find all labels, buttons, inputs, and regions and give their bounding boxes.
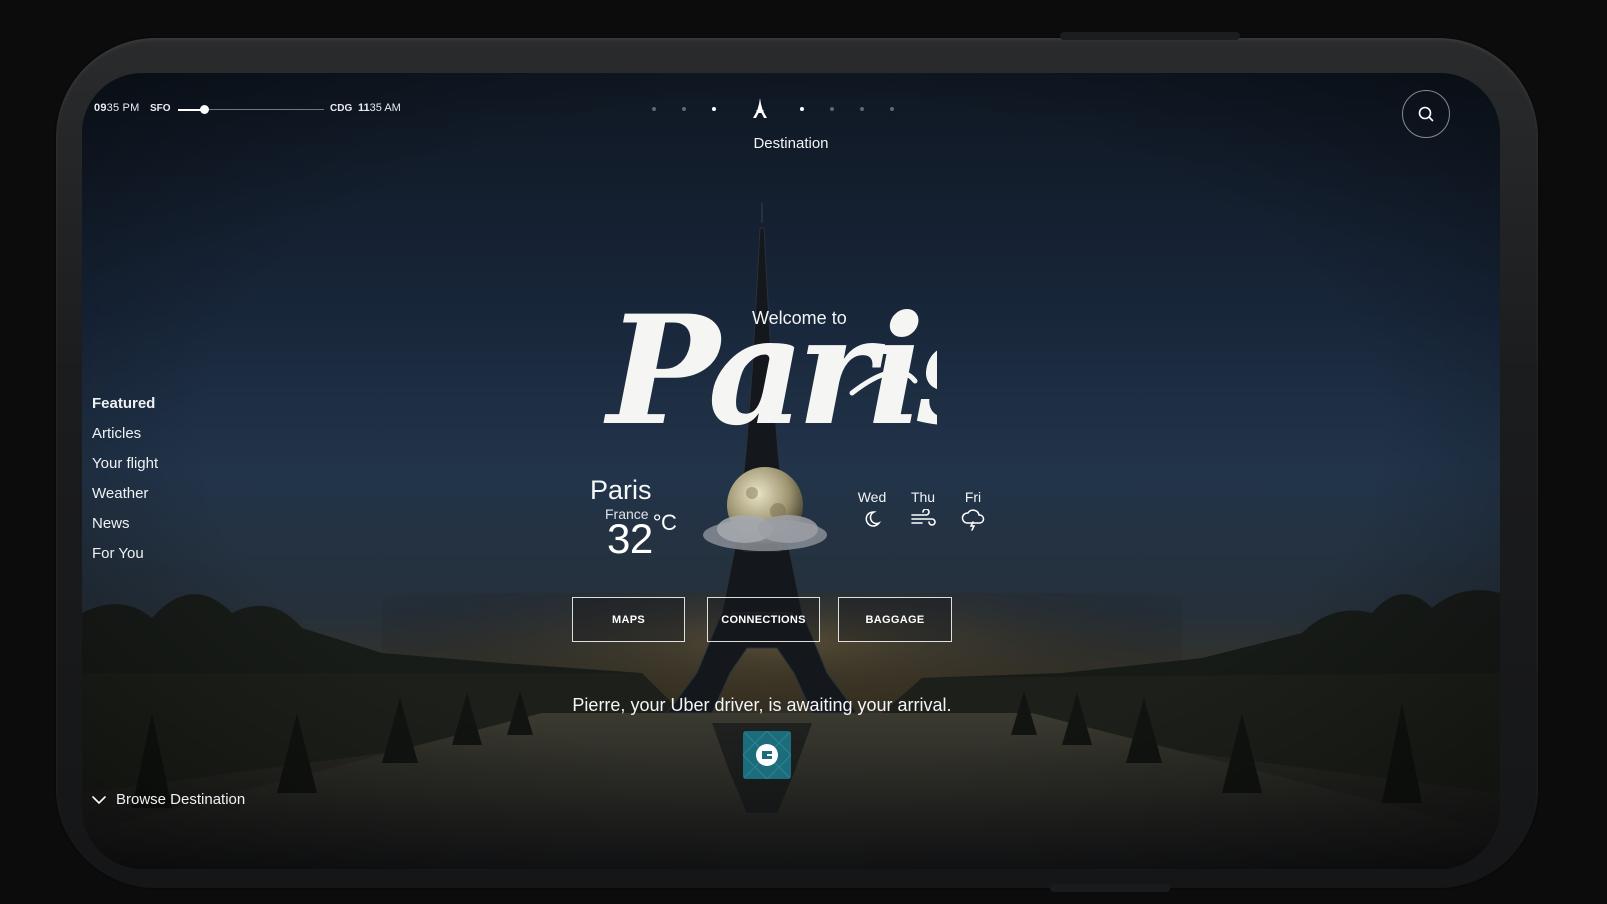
side-nav-featured[interactable]: Featured xyxy=(92,395,158,425)
forecast-day: Wed xyxy=(857,489,887,505)
device-bottom-button xyxy=(1050,884,1170,892)
top-bar: 0935 PM SFO CDG 1135 AM Destination xyxy=(82,73,1500,163)
weather-temperature: 32°C xyxy=(607,510,677,562)
moon-cloud-icon xyxy=(703,467,827,551)
search-icon xyxy=(1418,106,1434,122)
side-nav-articles[interactable]: Articles xyxy=(92,425,158,455)
forecast-wed: Wed xyxy=(852,489,892,534)
wind-icon xyxy=(911,508,936,526)
page-dot[interactable] xyxy=(712,107,716,111)
page-dot[interactable] xyxy=(800,107,804,111)
section-title: Destination xyxy=(753,135,829,152)
page-dot[interactable] xyxy=(890,107,894,111)
browse-destination-label: Browse Destination xyxy=(116,791,246,808)
flight-progress-knob xyxy=(200,105,210,114)
departure-time: 0935 PM xyxy=(94,102,140,114)
side-nav-for-you[interactable]: For You xyxy=(92,545,158,575)
moon-icon xyxy=(865,511,882,527)
search-button[interactable] xyxy=(1402,90,1450,138)
page-dot[interactable] xyxy=(860,107,864,111)
flight-progress-bar xyxy=(178,105,324,114)
welcome-text: Welcome to xyxy=(752,308,847,328)
side-nav-news[interactable]: News xyxy=(92,515,158,545)
forecast-thu: Thu xyxy=(903,489,943,534)
eiffel-tower-icon[interactable] xyxy=(750,97,770,119)
weather-city: Paris xyxy=(590,475,652,505)
browse-destination[interactable]: Browse Destination xyxy=(92,791,245,808)
forecast-day: Fri xyxy=(964,489,982,505)
forecast-fri: Fri xyxy=(953,489,993,536)
side-nav-your-flight[interactable]: Your flight xyxy=(92,455,158,485)
side-nav-weather[interactable]: Weather xyxy=(92,485,158,515)
destination-code: CDG xyxy=(330,103,353,114)
app-screen: 0935 PM SFO CDG 1135 AM Destination Feat… xyxy=(82,73,1500,869)
chevron-down-icon xyxy=(92,795,106,804)
side-nav: Featured Articles Your flight Weather Ne… xyxy=(92,395,158,575)
page-dot[interactable] xyxy=(830,107,834,111)
maps-button[interactable]: MAPS xyxy=(572,597,685,642)
device-top-button xyxy=(1060,32,1240,40)
uber-button[interactable] xyxy=(743,731,791,779)
arrival-time: 1135 AM xyxy=(358,102,401,114)
uber-logo-icon xyxy=(743,731,791,779)
paris-script-title: Paris xyxy=(603,283,937,458)
thunderstorm-icon xyxy=(961,509,985,531)
baggage-button[interactable]: BAGGAGE xyxy=(838,597,952,642)
uber-message: Pierre, your Uber driver, is awaiting yo… xyxy=(572,695,952,715)
page-dot[interactable] xyxy=(682,107,686,111)
page-dot[interactable] xyxy=(652,107,656,111)
page-indicator xyxy=(650,97,900,119)
connections-button[interactable]: CONNECTIONS xyxy=(707,597,820,642)
origin-code: SFO xyxy=(150,103,171,114)
forecast-day: Thu xyxy=(910,489,936,505)
